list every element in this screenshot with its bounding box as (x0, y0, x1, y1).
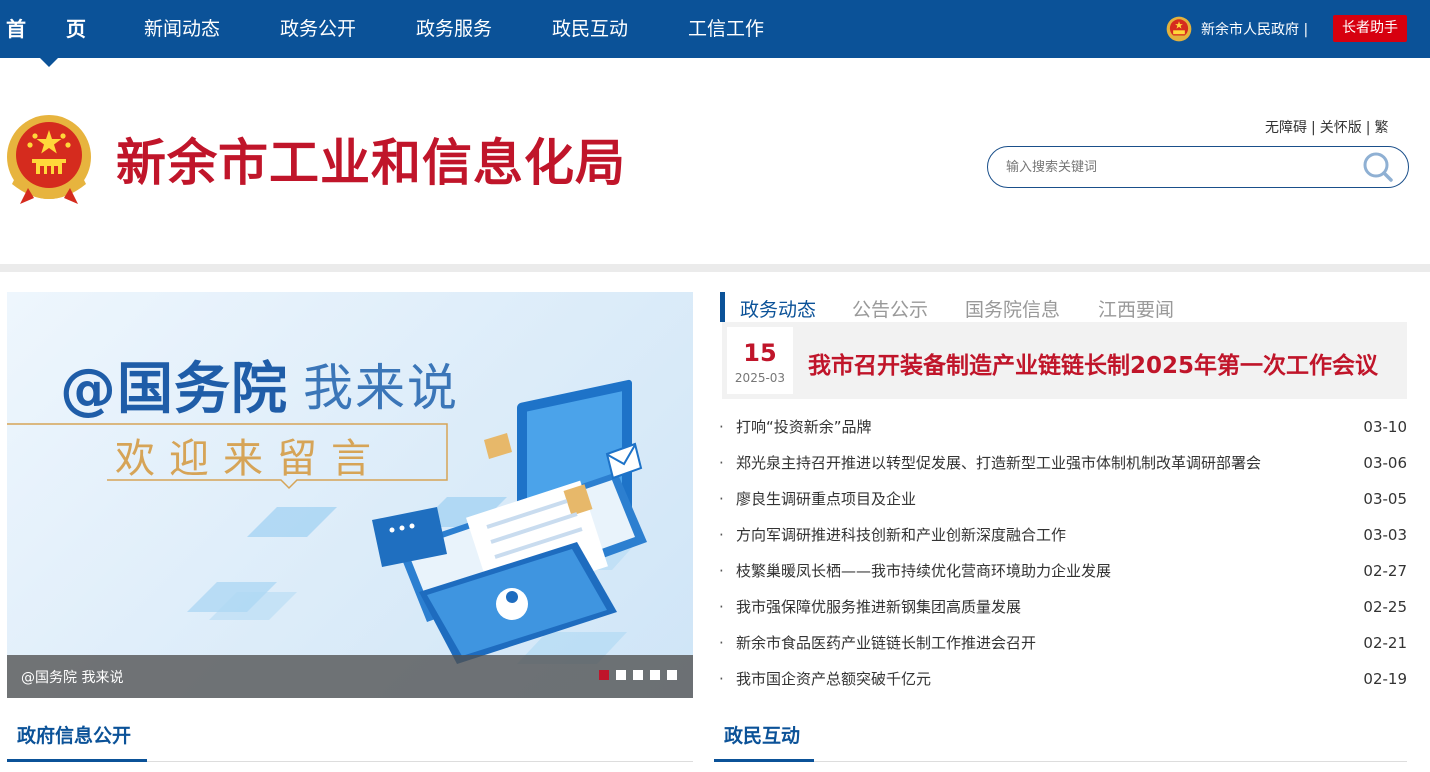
news-item-title[interactable]: 方向军调研推进科技创新和产业创新深度融合工作 (736, 517, 1066, 553)
interaction-section-title[interactable]: 政民互动 (724, 721, 800, 748)
list-bullet: · (719, 409, 724, 445)
carousel-dot[interactable] (633, 670, 643, 680)
nav-gov-affairs-open[interactable]: 政务公开 (280, 0, 356, 58)
banner-title-side: 我来说 (303, 348, 459, 420)
search-input[interactable] (1006, 155, 1346, 179)
news-list: · 打响“投资新余”品牌 03-10 · 郑光泉主持召开推进以转型促发展、打造新型工业强… (719, 409, 1407, 697)
elder-assistant-button[interactable]: 长者助手 (1333, 15, 1407, 42)
nav-gov-services[interactable]: 政务服务 (416, 0, 492, 58)
news-list-item[interactable]: · 方向军调研推进科技创新和产业创新深度融合工作 03-03 (719, 517, 1407, 553)
news-list-item[interactable]: · 廖良生调研重点项目及企业 03-05 (719, 481, 1407, 517)
tab-indicator-bar (720, 292, 725, 322)
news-item-date: 03-06 (1363, 445, 1407, 481)
city-gov-link[interactable]: 新余市人民政府 | (1166, 14, 1308, 44)
news-item-title[interactable]: 我市强保障优服务推进新钢集团高质量发展 (736, 589, 1021, 625)
gov-info-section-title[interactable]: 政府信息公开 (17, 721, 131, 748)
headline-date: 15 2025-03 (727, 327, 793, 394)
nav-interaction[interactable]: 政民互动 (552, 0, 628, 58)
news-list-item[interactable]: · 我市强保障优服务推进新钢集团高质量发展 02-25 (719, 589, 1407, 625)
news-list-item[interactable]: · 郑光泉主持召开推进以转型促发展、打造新型工业强市体制机制改革调研部署会 03-0… (719, 445, 1407, 481)
banner-caption[interactable]: @国务院 我来说 (21, 667, 123, 687)
news-item-title[interactable]: 打响“投资新余”品牌 (736, 409, 872, 445)
search-icon[interactable] (1362, 151, 1394, 183)
headline-title[interactable]: 我市召开装备制造产业链链长制2025年第一次工作会议 (808, 346, 1378, 380)
news-item-date: 02-19 (1363, 661, 1407, 697)
carousel-dot[interactable] (667, 670, 677, 680)
national-emblem-icon (1166, 16, 1192, 42)
news-list-item[interactable]: · 枝繁巢暖凤长栖——我市持续优化营商环境助力企业发展 02-27 (719, 553, 1407, 589)
banner-carousel[interactable]: @国务院 我来说 欢迎来留言 @国务院 我来说 (7, 292, 693, 698)
news-item-title[interactable]: 廖良生调研重点项目及企业 (736, 481, 916, 517)
news-item-date: 02-27 (1363, 553, 1407, 589)
traditional-chinese-link[interactable]: 繁 (1374, 120, 1388, 136)
headline-news[interactable]: 15 2025-03 我市召开装备制造产业链链长制2025年第一次工作会议 (722, 322, 1407, 399)
interaction-underline (714, 759, 814, 762)
section-divider (0, 264, 1430, 272)
headline-year-month: 2025-03 (727, 371, 793, 385)
gov-info-underline (7, 759, 147, 762)
list-bullet: · (719, 589, 724, 625)
nav-home[interactable]: 首页 (6, 0, 126, 58)
accessibility-link[interactable]: 无障碍 (1265, 120, 1307, 136)
nav-news[interactable]: 新闻动态 (144, 0, 220, 58)
tab-gov-news[interactable]: 政务动态 (740, 295, 816, 322)
news-item-date: 02-21 (1363, 625, 1407, 661)
news-item-title[interactable]: 郑光泉主持召开推进以转型促发展、打造新型工业强市体制机制改革调研部署会 (736, 445, 1261, 481)
interaction-section-header: 政民互动 (714, 714, 1407, 762)
list-bullet: · (719, 625, 724, 661)
nav-industry-work[interactable]: 工信工作 (688, 0, 764, 58)
tab-state-council-info[interactable]: 国务院信息 (965, 295, 1060, 322)
national-emblem-logo (6, 114, 92, 206)
banner-subtitle: 欢迎来留言 (115, 426, 385, 484)
list-bullet: · (719, 661, 724, 697)
gov-info-section-header: 政府信息公开 (7, 714, 693, 762)
headline-day: 15 (727, 339, 793, 367)
news-item-date: 03-05 (1363, 481, 1407, 517)
accessibility-tools: 无障碍|关怀版|繁 (1265, 117, 1388, 137)
search-box (987, 146, 1409, 188)
care-version-link[interactable]: 关怀版 (1320, 120, 1362, 136)
list-bullet: · (719, 481, 724, 517)
site-title: 新余市工业和信息化局 (116, 132, 626, 194)
carousel-dots (599, 670, 677, 680)
carousel-dot[interactable] (599, 670, 609, 680)
news-item-title[interactable]: 新余市食品医药产业链链长制工作推进会召开 (736, 625, 1036, 661)
list-bullet: · (719, 445, 724, 481)
city-gov-label: 新余市人民政府 | (1201, 19, 1308, 39)
list-bullet: · (719, 553, 724, 589)
news-item-title[interactable]: 枝繁巢暖凤长栖——我市持续优化营商环境助力企业发展 (736, 553, 1111, 589)
news-item-date: 03-03 (1363, 517, 1407, 553)
news-list-item[interactable]: · 打响“投资新余”品牌 03-10 (719, 409, 1407, 445)
carousel-dot[interactable] (616, 670, 626, 680)
news-list-item[interactable]: · 我市国企资产总额突破千亿元 02-19 (719, 661, 1407, 697)
carousel-dot[interactable] (650, 670, 660, 680)
news-item-date: 03-10 (1363, 409, 1407, 445)
news-item-date: 02-25 (1363, 589, 1407, 625)
list-bullet: · (719, 517, 724, 553)
top-nav: 首页 新闻动态 政务公开 政务服务 政民互动 工信工作 新余市人民政府 | 长者… (0, 0, 1430, 58)
tab-jiangxi-news[interactable]: 江西要闻 (1098, 295, 1174, 322)
news-item-title[interactable]: 我市国企资产总额突破千亿元 (736, 661, 931, 697)
banner-title-main: @国务院 (60, 344, 288, 425)
news-list-item[interactable]: · 新余市食品医药产业链链长制工作推进会召开 02-21 (719, 625, 1407, 661)
tab-announcements[interactable]: 公告公示 (852, 295, 928, 322)
nav-active-pointer (40, 58, 58, 67)
banner-caption-bar: @国务院 我来说 (7, 655, 693, 698)
